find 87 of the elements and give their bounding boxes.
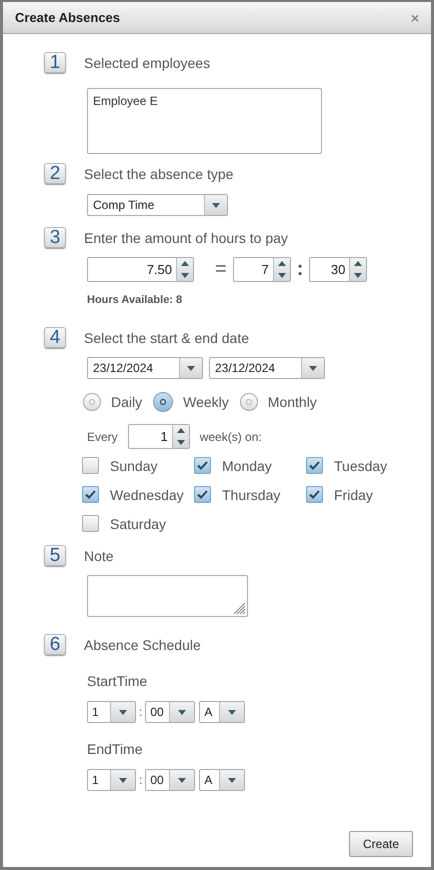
checkbox[interactable] (306, 486, 323, 503)
dropdown-value: 00 (149, 704, 165, 721)
dropdown[interactable]: 23/12/2024 (87, 357, 203, 379)
dropdown-value: A (203, 704, 214, 721)
checkbox-label[interactable]: Wednesday (110, 486, 184, 502)
checkbox[interactable] (306, 457, 323, 474)
time-separator: : (139, 773, 142, 787)
step-number: 1 (44, 52, 66, 73)
step-label: Enter the amount of hours to pay (84, 230, 288, 246)
dropdown-value: 23/12/2024 (214, 360, 276, 377)
radio-button[interactable] (240, 393, 258, 411)
caret-icon (228, 778, 236, 782)
step-label: Selected employees (84, 54, 210, 70)
checkbox-label[interactable]: Thursday (222, 486, 280, 502)
dropdown-button[interactable] (169, 702, 194, 722)
step-label: Select the absence type (84, 166, 234, 182)
resize-grip-icon (234, 603, 246, 615)
step-label: Note (84, 548, 114, 564)
dropdown-button[interactable] (219, 770, 244, 790)
check-icon (197, 461, 208, 470)
hours-available: Hours Available: 8 (87, 294, 184, 306)
note-field[interactable] (87, 575, 248, 617)
dropdown[interactable]: Comp Time (87, 194, 228, 216)
caret-icon (228, 710, 236, 714)
radio-label[interactable]: Daily (111, 394, 142, 410)
dropdown[interactable]: 1 (87, 701, 136, 723)
radio-label[interactable]: Weekly (183, 394, 229, 410)
step-number: 5 (44, 545, 66, 566)
dropdown-button[interactable] (301, 358, 324, 378)
check-icon (85, 490, 96, 499)
step-number: 4 (44, 327, 66, 348)
dropdown-button[interactable] (179, 358, 202, 378)
dropdown-button[interactable] (110, 770, 135, 790)
step-label: Absence Schedule (84, 636, 201, 652)
caret-icon (178, 778, 186, 782)
checkbox-label[interactable]: Saturday (110, 516, 166, 532)
step-number: 6 (44, 634, 66, 655)
dropdown-button[interactable] (204, 195, 227, 215)
dropdown-value: Comp Time (92, 197, 156, 214)
step-label: Select the start & end date (84, 330, 249, 346)
unit-label: week(s) on: (200, 430, 262, 444)
dropdown-value: A (203, 772, 214, 789)
time-separator: : (139, 705, 142, 719)
step-number: 2 (44, 163, 66, 184)
dropdown[interactable]: 23/12/2024 (209, 357, 325, 379)
every-label: Every (87, 430, 118, 444)
caret-icon (119, 710, 127, 714)
dropdown[interactable]: 00 (145, 701, 196, 723)
caret-icon (178, 710, 186, 714)
checkbox[interactable] (82, 486, 99, 503)
dropdown-value: 1 (91, 704, 100, 721)
dropdown-value: 23/12/2024 (92, 360, 154, 377)
caret-icon (212, 202, 220, 208)
dropdown[interactable]: A (199, 769, 246, 791)
dropdown[interactable]: 1 (87, 769, 136, 791)
checkbox[interactable] (194, 457, 211, 474)
check-icon (309, 490, 320, 499)
time-label: StartTime (87, 673, 148, 689)
radio-button[interactable] (83, 393, 101, 411)
radio-label[interactable]: Monthly (268, 394, 317, 410)
dropdown-button[interactable] (110, 702, 135, 722)
time-separator: : (296, 258, 304, 281)
dropdown-button[interactable] (169, 770, 194, 790)
checkbox-label[interactable]: Sunday (110, 458, 158, 474)
caret-icon (119, 778, 127, 782)
time-label: EndTime (87, 741, 144, 757)
check-icon (197, 490, 208, 499)
checkbox[interactable] (82, 515, 99, 532)
equals-sign: = (215, 258, 227, 281)
caret-icon (309, 366, 317, 370)
dropdown-button[interactable] (219, 702, 244, 722)
caret-icon (187, 366, 195, 370)
radio-button[interactable] (153, 392, 174, 412)
create-button[interactable]: Create (349, 831, 413, 857)
checkbox-label[interactable]: Tuesday (334, 458, 388, 474)
dropdown-value: 1 (91, 772, 100, 789)
checkbox-label[interactable]: Friday (334, 486, 373, 502)
dropdown[interactable]: A (199, 701, 246, 723)
dropdown-value: 00 (149, 772, 165, 789)
window-title: Create Absences (15, 10, 120, 25)
dropdown[interactable]: 00 (145, 769, 196, 791)
checkbox[interactable] (82, 457, 99, 474)
check-icon (309, 461, 320, 470)
checkbox[interactable] (194, 486, 211, 503)
checkbox-label[interactable]: Monday (222, 458, 272, 474)
employee-name: Employee E (93, 94, 158, 108)
step-number: 3 (44, 227, 66, 248)
